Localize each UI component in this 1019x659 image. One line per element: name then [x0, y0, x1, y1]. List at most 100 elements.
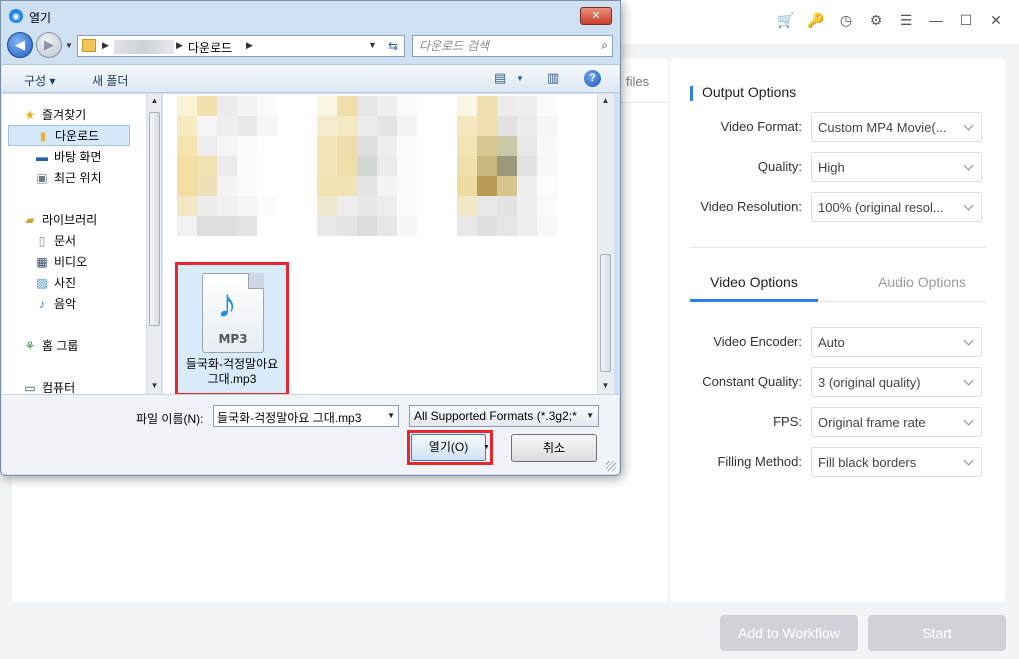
search-icon[interactable]: ⌕	[601, 38, 608, 53]
video-resolution-select[interactable]: 100% (original resol...	[811, 192, 982, 222]
music-note-icon: ♪	[217, 282, 237, 326]
folder-icon	[82, 39, 96, 52]
nav-scrollbar[interactable]: ▲ ▼	[146, 94, 161, 394]
resize-grip[interactable]	[606, 461, 616, 471]
view-options-icon[interactable]: ▤	[494, 70, 506, 86]
view-dropdown-icon[interactable]: ▼	[516, 74, 524, 83]
cart-icon[interactable]: 🛒	[777, 11, 795, 29]
nav-recent[interactable]: ▣ 최근 위치	[34, 169, 101, 186]
nav-downloads[interactable]: ▮ 다운로드	[8, 125, 131, 146]
divider	[690, 247, 986, 248]
address-bar[interactable]: ▶ ▶ 다운로드 ▶ ▼ ⇆	[77, 35, 405, 57]
nav-favorites[interactable]: ★ 즐겨찾기	[22, 106, 87, 123]
music-icon: ♪	[39, 297, 45, 311]
video-encoder-label: Video Encoder:	[713, 334, 802, 349]
fps-row: FPS: Original frame rate	[690, 407, 990, 437]
key-icon[interactable]: 🔑	[807, 11, 825, 29]
open-file-dialog: ◉ 열기 ✕ ◀ ▶ ▼ ▶ ▶ 다운로드 ▶ ▼ ⇆ ⌕ 구성 ▾ 새 폴더 …	[0, 0, 621, 476]
filling-method-row: Filling Method: Fill black borders	[690, 447, 990, 477]
nav-pictures[interactable]: ▨ 사진	[34, 274, 76, 291]
video-format-select[interactable]: Custom MP4 Movie(...	[811, 112, 982, 142]
file-pane-scrollbar[interactable]: ▲ ▼	[597, 94, 614, 394]
video-encoder-row: Video Encoder: Auto	[690, 327, 990, 357]
scroll-down-icon[interactable]: ▼	[598, 381, 613, 390]
chevron-down-icon	[963, 455, 974, 466]
app-logo-icon: ◉	[9, 9, 23, 23]
file-pane: ♪ MP3 들국화-걱정말아요 그대.mp3	[163, 94, 603, 394]
filename-input[interactable]: 들국화-걱정말아요 그대.mp3 ▼	[213, 405, 399, 427]
recent-places-icon: ▣	[36, 171, 48, 185]
mp3-type-label: MP3	[218, 332, 248, 346]
open-button[interactable]: 열기(O)	[411, 434, 486, 461]
chevron-down-icon[interactable]: ▼	[586, 411, 594, 420]
minimize-icon[interactable]: —	[927, 11, 945, 29]
video-resolution-label: Video Resolution:	[700, 199, 802, 214]
scroll-up-icon[interactable]: ▲	[598, 96, 613, 105]
maximize-icon[interactable]: ☐	[957, 11, 975, 29]
menu-icon[interactable]: ☰	[897, 11, 915, 29]
video-format-label: Video Format:	[720, 119, 802, 134]
help-icon[interactable]: ?	[584, 70, 601, 87]
nav-music[interactable]: ♪ 음악	[34, 295, 76, 312]
gear-icon[interactable]: ⚙	[867, 11, 885, 29]
picture-icon: ▨	[36, 276, 48, 290]
tab-video-options[interactable]: Video Options	[690, 274, 818, 302]
video-encoder-select[interactable]: Auto	[811, 327, 982, 357]
scrollbar-thumb[interactable]	[149, 112, 160, 326]
search-input[interactable]	[419, 38, 589, 54]
nav-videos[interactable]: ▦ 비디오	[34, 253, 87, 270]
page-fold	[248, 273, 264, 289]
filling-method-select[interactable]: Fill black borders	[811, 447, 982, 477]
refresh-icon[interactable]: ⇆	[384, 37, 402, 55]
clock-icon[interactable]: ◷	[837, 11, 855, 29]
constant-quality-select[interactable]: 3 (original quality)	[811, 367, 982, 397]
chevron-down-icon	[963, 335, 974, 346]
new-folder-button[interactable]: 새 폴더	[92, 72, 128, 89]
blurred-thumbnail[interactable]	[457, 96, 557, 236]
organize-menu[interactable]: 구성 ▾	[24, 72, 55, 89]
address-dropdown-icon[interactable]: ▼	[368, 40, 377, 50]
mp3-file-item[interactable]: ♪ MP3 들국화-걱정말아요 그대.mp3	[175, 262, 289, 394]
forward-arrow-icon[interactable]: ▶	[36, 32, 62, 58]
breadcrumb-arrow-icon[interactable]: ▶	[102, 40, 109, 51]
nav-libraries[interactable]: ▰ 라이브러리	[22, 211, 97, 228]
scroll-up-icon[interactable]: ▲	[147, 96, 162, 105]
close-icon[interactable]: ✕	[987, 11, 1005, 29]
blurred-thumbnail[interactable]	[317, 96, 417, 236]
chevron-down-icon	[963, 200, 974, 211]
breadcrumb-downloads[interactable]: 다운로드	[188, 39, 232, 56]
scroll-down-icon[interactable]: ▼	[147, 381, 162, 390]
start-button[interactable]: Start	[868, 615, 1006, 651]
dialog-close-button[interactable]: ✕	[580, 7, 612, 25]
chevron-down-icon	[963, 120, 974, 131]
video-resolution-row: Video Resolution: 100% (original resol..…	[690, 192, 990, 222]
nav-homegroup[interactable]: ⚘ 홈 그룹	[22, 337, 79, 354]
breadcrumb-arrow-icon[interactable]: ▶	[246, 40, 253, 51]
preview-pane-icon[interactable]: ▥	[547, 70, 559, 86]
cancel-button[interactable]: 취소	[511, 434, 597, 462]
dialog-titlebar: ◉ 열기 ✕	[1, 1, 620, 31]
add-to-workflow-button[interactable]: Add to Workflow	[720, 615, 858, 651]
back-arrow-icon[interactable]: ◀	[7, 32, 33, 58]
nav-desktop[interactable]: ▬ 바탕 화면	[34, 148, 102, 165]
breadcrumb-arrow-icon[interactable]: ▶	[176, 40, 183, 51]
chevron-down-icon[interactable]: ▼	[387, 411, 395, 420]
nav-documents[interactable]: ▯ 문서	[34, 232, 76, 249]
quality-select[interactable]: High	[811, 152, 982, 182]
tab-audio-options[interactable]: Audio Options	[858, 274, 986, 290]
blurred-thumbnail[interactable]	[177, 96, 277, 236]
open-dropdown-icon[interactable]: ▼	[483, 434, 490, 461]
fps-select[interactable]: Original frame rate	[811, 407, 982, 437]
output-options-title: Output Options	[690, 84, 796, 101]
search-box[interactable]: ⌕	[412, 35, 613, 57]
folder-download-icon: ▮	[39, 129, 47, 143]
scrollbar-thumb[interactable]	[600, 254, 611, 372]
file-type-select[interactable]: All Supported Formats (*.3g2;* ▼	[409, 405, 599, 427]
mp3-file-icon: ♪ MP3	[202, 273, 264, 353]
fps-label: FPS:	[773, 414, 802, 429]
history-dropdown-icon[interactable]: ▼	[65, 41, 73, 50]
filling-method-label: Filling Method:	[717, 454, 802, 469]
quality-row: Quality: High	[690, 152, 990, 182]
dialog-navbar: ◀ ▶ ▼ ▶ ▶ 다운로드 ▶ ▼ ⇆ ⌕	[1, 31, 620, 61]
window-controls: 🛒 🔑 ◷ ⚙ ☰ — ☐ ✕	[777, 11, 1005, 29]
